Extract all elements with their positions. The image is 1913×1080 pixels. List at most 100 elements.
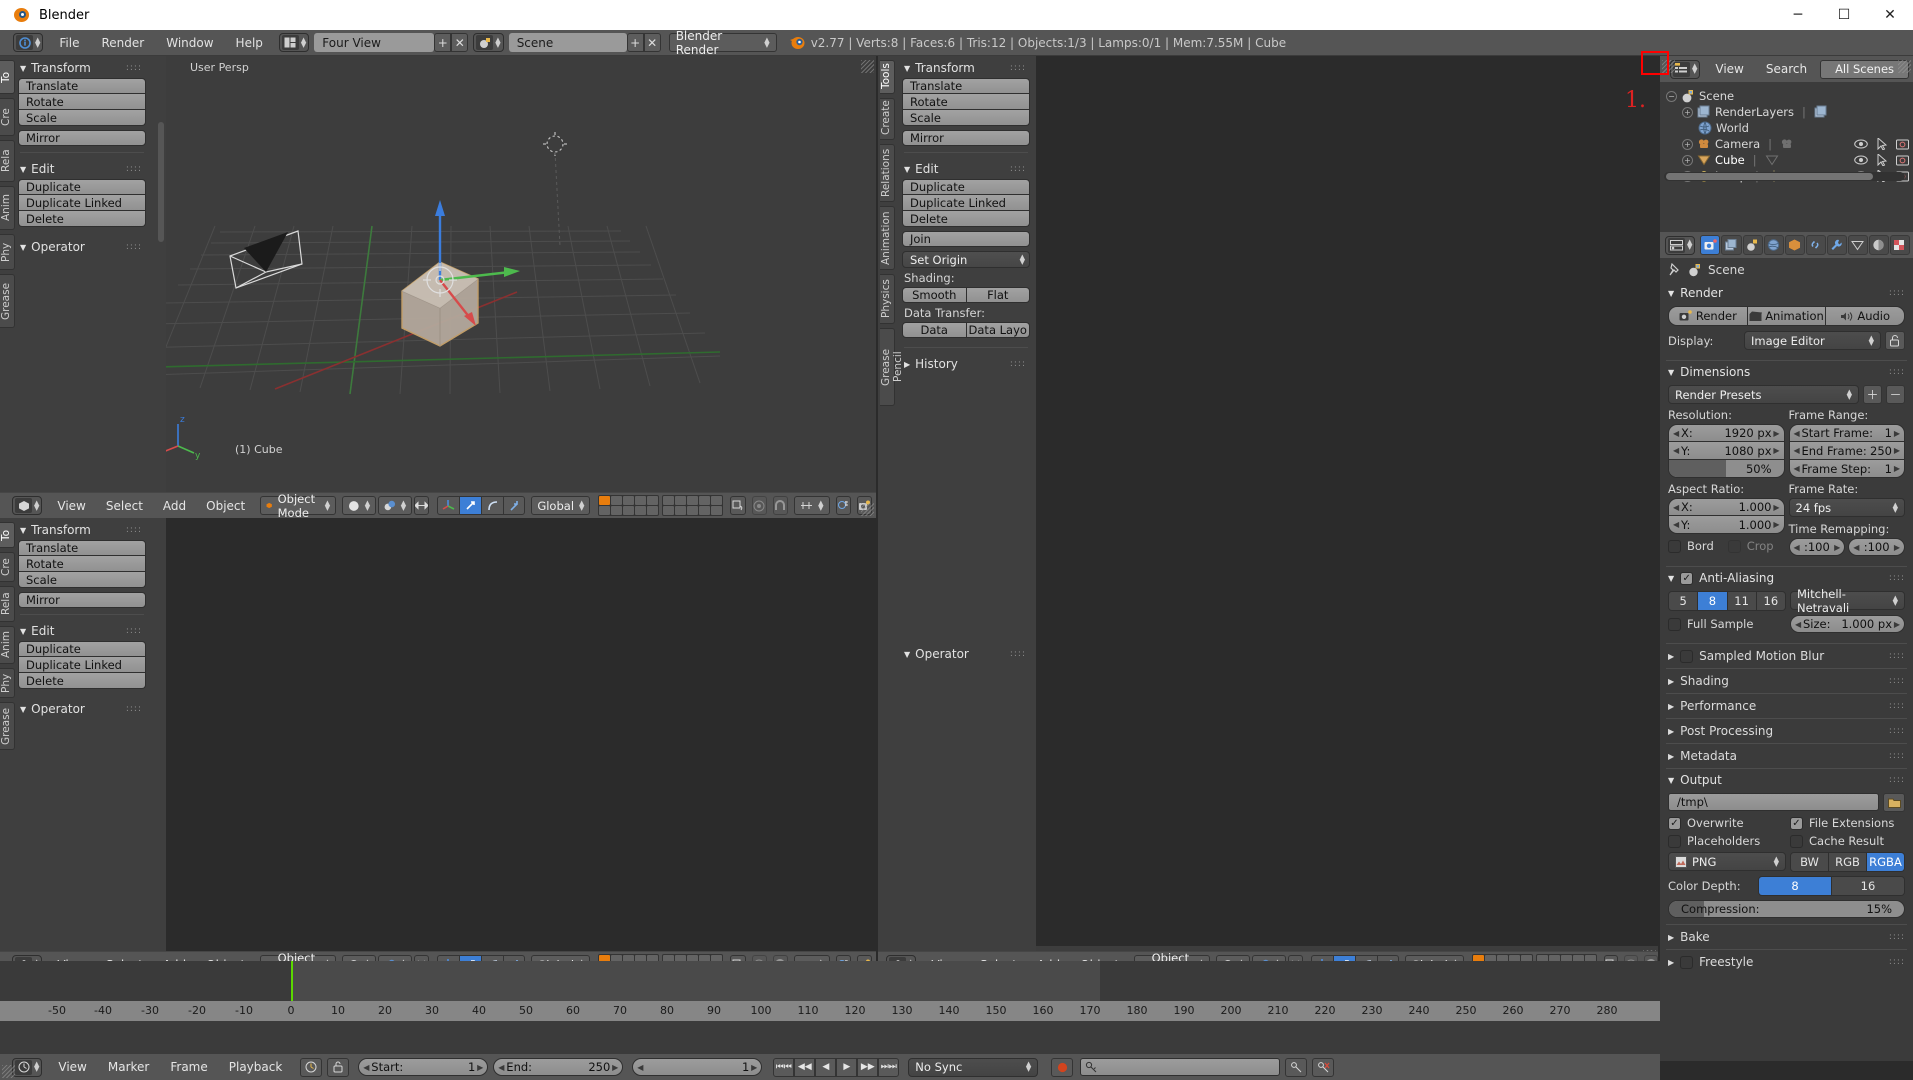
playhead[interactable] <box>291 961 293 1001</box>
freestyle-checkbox[interactable] <box>1680 955 1694 969</box>
translate-button-3[interactable]: Translate <box>902 78 1030 94</box>
timeline-marker-menu[interactable]: Marker <box>99 1059 158 1075</box>
transform-orientation-dropdown-1[interactable]: Global ▲ ▼ <box>531 496 591 515</box>
panel-operator-header-1[interactable]: ▼ Operator :::: <box>18 237 146 257</box>
duplicate-button-3[interactable]: Duplicate <box>902 179 1030 195</box>
remove-preset-button[interactable]: － <box>1886 385 1905 404</box>
expand-icon[interactable]: + <box>1682 138 1693 150</box>
tool-tab-animation-2[interactable]: Anim <box>0 626 15 664</box>
delete-scene-button[interactable]: ✕ <box>643 33 661 52</box>
outliner-row-world[interactable]: World <box>1660 120 1913 136</box>
timeline-track[interactable] <box>0 961 1660 1001</box>
snap-toggle-1[interactable] <box>772 496 789 515</box>
lock-layers-button-1[interactable] <box>730 496 746 515</box>
only-selected-channels-button[interactable] <box>300 1057 323 1077</box>
panel-operator-header-2[interactable]: ▼ Operator :::: <box>18 699 146 719</box>
resolution-x-field[interactable]: ◀ X: 1920 px ▶ <box>1668 424 1785 442</box>
scene-icon-button[interactable]: ▲ ▼ <box>473 33 504 52</box>
scale-button-1[interactable]: Scale <box>18 110 146 126</box>
mirror-button-1[interactable]: Mirror <box>18 130 146 146</box>
panel-history-header-3[interactable]: ▶ History :::: <box>902 354 1030 374</box>
tool-tab-grease-pencil-3[interactable]: Grease Pencil <box>880 328 904 406</box>
panel-edit-header-1[interactable]: ▼ Edit :::: <box>18 159 146 179</box>
translate-button-1[interactable]: Translate <box>18 78 146 94</box>
panel-edit-header-3[interactable]: ▼ Edit :::: <box>902 159 1030 179</box>
crop-checkbox[interactable]: Crop <box>1727 539 1774 553</box>
end-frame-field-timeline[interactable]: ◀ End: 250 ▶ <box>493 1058 624 1076</box>
tool-tab-grease-pencil[interactable]: Grease <box>0 274 15 328</box>
scale-button-3[interactable]: Scale <box>902 110 1030 126</box>
tool-tab-animation-3[interactable]: Animation <box>880 206 895 270</box>
editor-type-selector-props[interactable]: ▲ ▼ <box>1665 235 1696 255</box>
add-menu-1[interactable]: Add <box>154 498 195 514</box>
timeline-frame-menu[interactable]: Frame <box>161 1059 216 1075</box>
sync-mode-dropdown[interactable]: No Sync ▲ ▼ <box>908 1057 1039 1077</box>
remap-old-field[interactable]: ◀ :100 ▶ <box>1788 538 1846 556</box>
browse-output-folder-button[interactable] <box>1883 793 1905 812</box>
frame-rate-dropdown[interactable]: 24 fps ▲ ▼ <box>1788 498 1905 517</box>
render-audio-button[interactable]: Audio <box>1826 307 1904 325</box>
data-button-3[interactable]: Data <box>902 322 967 338</box>
jump-to-start-button[interactable]: ⏮⏮ <box>773 1057 795 1077</box>
overwrite-checkbox[interactable]: ✓ Overwrite <box>1668 816 1786 830</box>
layer-grid-top-1[interactable] <box>598 495 660 516</box>
collapse-icon[interactable]: − <box>1666 90 1677 102</box>
panel-operator-header-3[interactable]: ▼ Operator :::: <box>902 644 1030 664</box>
outliner-display-mode[interactable]: All Scenes <box>1820 59 1909 79</box>
tool-tab-relations[interactable]: Rela <box>0 140 15 182</box>
scale-button-2[interactable]: Scale <box>18 572 146 588</box>
file-format-dropdown[interactable]: PNG ▲ ▼ <box>1668 852 1786 871</box>
mode-dropdown-1[interactable]: Object Mode ▲ ▼ <box>260 492 337 520</box>
previous-keyframe-button[interactable]: ◀◀ <box>794 1057 816 1077</box>
duplicate-linked-button-1[interactable]: Duplicate Linked <box>18 195 146 211</box>
add-screen-layout-button[interactable]: + <box>434 33 452 52</box>
scale-manipulator-1[interactable] <box>503 496 526 515</box>
file-extensions-checkbox[interactable]: ✓ File Extensions <box>1790 816 1894 830</box>
delete-button-2[interactable]: Delete <box>18 673 146 689</box>
rotate-button-1[interactable]: Rotate <box>18 94 146 110</box>
duplicate-button-2[interactable]: Duplicate <box>18 641 146 657</box>
color-mode-rgba[interactable]: RGBA <box>1867 853 1904 871</box>
insert-keyframe-button[interactable] <box>1285 1057 1308 1077</box>
start-frame-field-timeline[interactable]: ◀ Start: 1 ▶ <box>358 1058 489 1076</box>
object-menu-1[interactable]: Object <box>197 498 254 514</box>
tool-tab-tools[interactable]: To <box>0 60 15 94</box>
proportional-edit-button-1[interactable] <box>751 496 767 515</box>
cursor-select-icon[interactable] <box>1877 138 1887 150</box>
aa-sample-16[interactable]: 16 <box>1756 592 1785 610</box>
tool-tab-create-2[interactable]: Cre <box>0 552 15 582</box>
active-keying-set-field[interactable] <box>1080 1058 1281 1076</box>
cursor-select-icon[interactable] <box>1877 154 1887 166</box>
aa-size-field[interactable]: ◀ Size: 1.000 px ▶ <box>1790 615 1905 633</box>
editor-type-selector-timeline[interactable]: ▲ ▼ <box>12 1057 43 1077</box>
tool-tab-animation[interactable]: Anim <box>0 186 15 230</box>
full-sample-checkbox[interactable]: Full Sample <box>1668 617 1786 631</box>
screen-layout-icon-button[interactable]: ▲ ▼ <box>278 33 310 52</box>
next-keyframe-button[interactable]: ▶▶ <box>857 1057 879 1077</box>
cache-result-checkbox[interactable]: Cache Result <box>1790 834 1884 848</box>
tool-shelf-scrollbar-1[interactable] <box>158 122 164 242</box>
render-visibility-icon[interactable] <box>1896 154 1909 166</box>
snap-target-button-1[interactable] <box>835 496 851 515</box>
add-preset-button[interactable]: ＋ <box>1863 385 1882 404</box>
editor-type-selector[interactable]: ▲ ▼ <box>13 33 44 52</box>
aa-filter-dropdown[interactable]: Mitchell-Netravali ▲ ▼ <box>1790 587 1905 615</box>
eye-icon[interactable] <box>1854 155 1868 165</box>
aa-sample-8[interactable]: 8 <box>1698 592 1728 610</box>
tool-tab-create-3[interactable]: Create <box>880 98 895 140</box>
outliner-scrollbar[interactable] <box>1664 172 1905 181</box>
duplicate-linked-button-2[interactable]: Duplicate Linked <box>18 657 146 673</box>
set-origin-dropdown-3[interactable]: Set Origin ▲ ▼ <box>902 251 1030 268</box>
select-menu-1[interactable]: Select <box>97 498 152 514</box>
duplicate-linked-button-3[interactable]: Duplicate Linked <box>902 195 1030 211</box>
aa-sample-5[interactable]: 5 <box>1669 592 1699 610</box>
display-lock-button[interactable] <box>1885 331 1905 350</box>
area-corner-widget[interactable] <box>1898 60 1911 73</box>
outliner-row-cube[interactable]: + Cube | <box>1660 152 1913 168</box>
properties-tab-constraints[interactable] <box>1805 235 1826 255</box>
render-presets-dropdown[interactable]: Render Presets ▲ ▼ <box>1668 385 1859 404</box>
mirror-button-2[interactable]: Mirror <box>18 592 146 608</box>
resolution-y-field[interactable]: ◀ Y: 1080 px ▶ <box>1668 442 1785 460</box>
start-frame-field[interactable]: ◀ Start Frame: 1 ▶ <box>1788 424 1905 442</box>
jump-to-end-button[interactable]: ⏭⏭ <box>878 1057 900 1077</box>
